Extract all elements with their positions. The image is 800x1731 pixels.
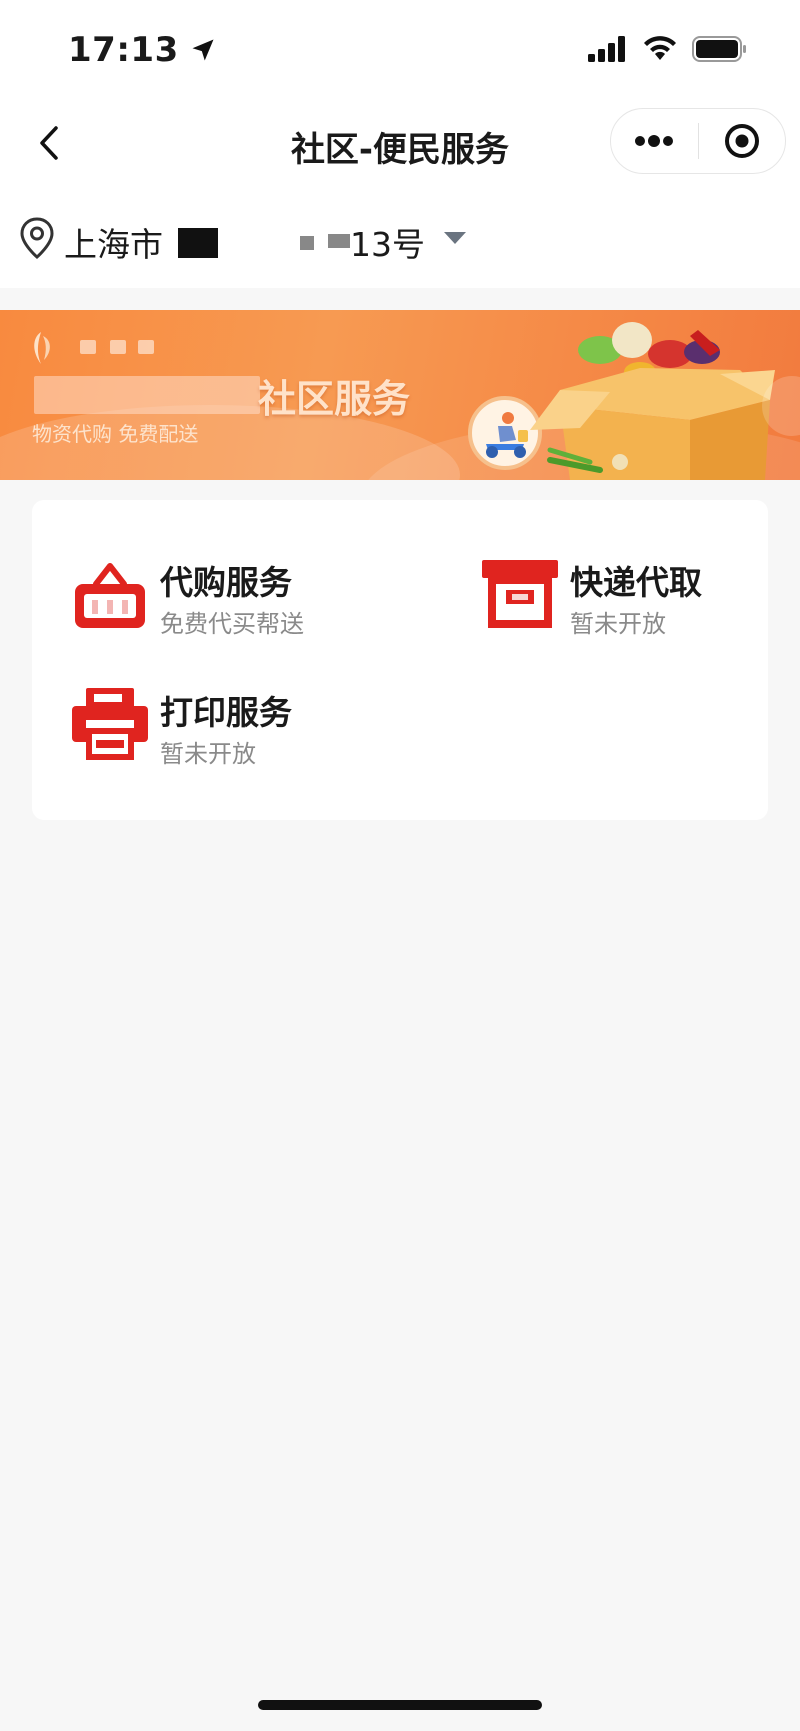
location-arrow-icon bbox=[192, 39, 214, 61]
more-button[interactable] bbox=[611, 109, 698, 173]
service-print[interactable]: 打印服务 暂未开放 bbox=[72, 678, 412, 778]
status-time: 17:13 bbox=[68, 30, 217, 70]
service-title: 打印服务 bbox=[160, 693, 292, 732]
printer-icon bbox=[72, 688, 148, 760]
vegetable-box-illustration bbox=[530, 322, 775, 480]
screen: 17:13 社区-便民服务 上海市 13号 社区服务 物资代购 免费配送 代购服… bbox=[0, 0, 800, 1731]
location-prefix: 上海市 bbox=[64, 225, 163, 264]
service-subtitle: 暂未开放 bbox=[570, 610, 666, 638]
services-card: 代购服务 免费代买帮送 快递代取 暂未开放 打印服务 暂未开放 bbox=[32, 500, 768, 820]
service-subtitle: 暂未开放 bbox=[160, 740, 256, 768]
status-bar: 17:13 bbox=[0, 0, 800, 100]
basket-icon bbox=[75, 563, 145, 628]
nav-bar: 社区-便民服务 bbox=[0, 100, 800, 188]
address-redaction bbox=[300, 236, 314, 250]
address-redaction bbox=[328, 234, 350, 248]
map-pin-icon bbox=[20, 217, 54, 259]
address-redaction bbox=[178, 228, 218, 258]
service-subtitle: 免费代买帮送 bbox=[160, 610, 304, 638]
banner-redaction bbox=[110, 340, 126, 354]
banner-redaction bbox=[80, 340, 96, 354]
location-suffix: 13号 bbox=[350, 225, 425, 264]
caret-down-icon bbox=[444, 232, 466, 244]
banner-redaction bbox=[138, 340, 154, 354]
service-title: 代购服务 bbox=[160, 563, 292, 602]
miniprogram-capsule bbox=[610, 108, 786, 174]
location-selector[interactable]: 上海市 13号 bbox=[0, 188, 800, 288]
wifi-icon bbox=[644, 36, 676, 60]
service-purchase[interactable]: 代购服务 免费代买帮送 bbox=[72, 548, 412, 648]
close-target-icon bbox=[724, 124, 759, 158]
battery-icon bbox=[692, 36, 746, 62]
home-indicator[interactable] bbox=[258, 1700, 542, 1710]
box-icon bbox=[482, 560, 558, 628]
more-icon bbox=[635, 135, 674, 147]
service-express[interactable]: 快递代取 暂未开放 bbox=[482, 548, 800, 648]
banner-subtitle: 物资代购 免费配送 bbox=[32, 422, 199, 446]
signal-icon bbox=[588, 36, 625, 62]
service-title: 快递代取 bbox=[570, 563, 702, 602]
promo-banner[interactable]: 社区服务 物资代购 免费配送 bbox=[0, 310, 800, 480]
banner-title: 社区服务 bbox=[258, 377, 411, 421]
logo-icon bbox=[34, 332, 50, 364]
status-icons bbox=[588, 36, 748, 62]
banner-redaction bbox=[34, 376, 260, 414]
status-time-text: 17:13 bbox=[68, 30, 179, 70]
close-miniprogram-button[interactable] bbox=[699, 109, 786, 173]
